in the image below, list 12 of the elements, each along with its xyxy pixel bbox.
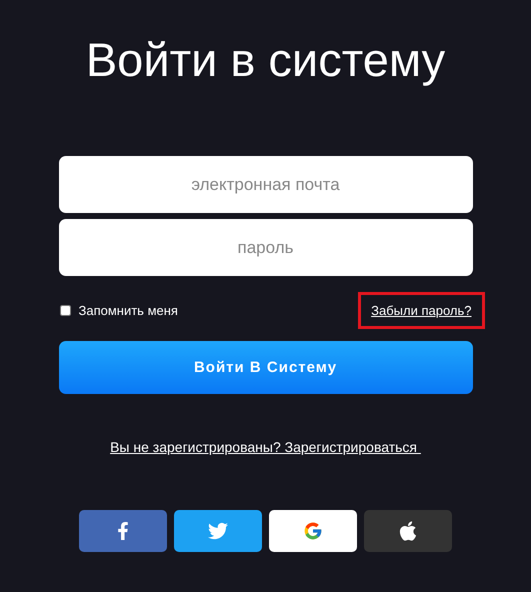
remember-checkbox[interactable] [60, 305, 70, 316]
social-login-button[interactable] [79, 510, 167, 552]
apple-icon [397, 520, 419, 542]
twitter-icon [208, 521, 228, 541]
social-login-button[interactable] [364, 510, 452, 552]
page-title: Войти в систему [86, 32, 446, 88]
google-icon [303, 521, 323, 541]
input-field[interactable]: электронная почта [58, 156, 472, 213]
input-field[interactable]: пароль [58, 219, 472, 276]
forgot-password-link[interactable]: Забыли пароль? [358, 292, 484, 329]
register-link[interactable]: Вы не зарегистрированы? Зарегистрироваться [110, 439, 421, 455]
remember-label: Запомнить меня [78, 303, 178, 318]
